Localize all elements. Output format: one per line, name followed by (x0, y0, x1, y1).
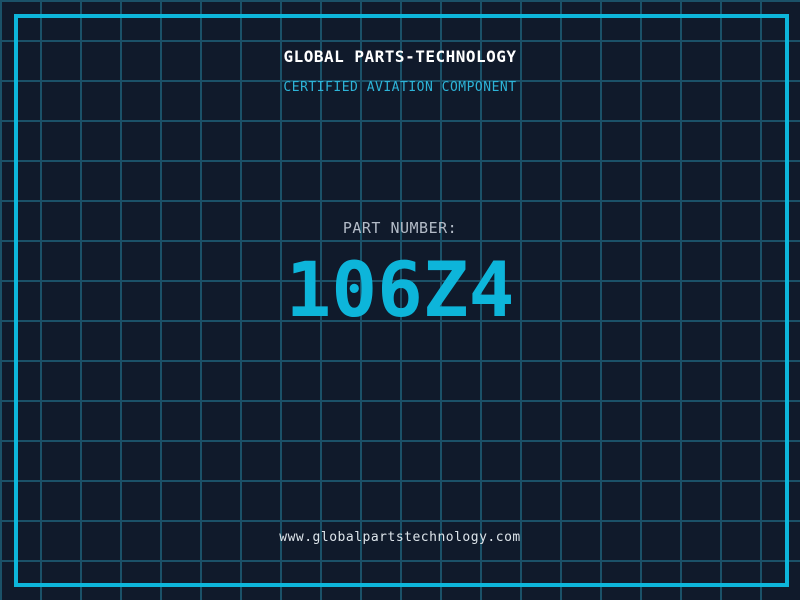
website-url: www.globalpartstechnology.com (279, 530, 521, 545)
blueprint-page: GLOBAL PARTS-TECHNOLOGY CERTIFIED AVIATI… (0, 0, 800, 600)
company-subtitle: CERTIFIED AVIATION COMPONENT (283, 80, 517, 95)
company-title: GLOBAL PARTS-TECHNOLOGY (283, 47, 517, 66)
part-number-label: PART NUMBER: (342, 219, 458, 237)
part-number-value: 106Z4 (285, 245, 515, 334)
